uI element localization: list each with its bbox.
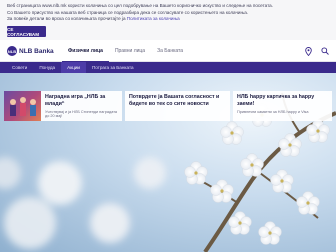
accept-cookies-button[interactable]: СЕ СОГЛАСУВАМ xyxy=(7,26,46,37)
promo-card-happy-card[interactable]: НЛБ happy картичка за happy заеми! Привл… xyxy=(233,91,332,121)
logo-mark: NLB xyxy=(7,46,17,56)
site-header: NLB NLB Banka Физички лица Правни лица З… xyxy=(0,40,336,62)
cookie-policy-link[interactable]: Политиката за колачиња xyxy=(127,16,180,21)
subnav-promotions[interactable]: Акции xyxy=(61,62,86,73)
location-icon[interactable] xyxy=(303,46,313,56)
promo-card-photo xyxy=(4,91,41,121)
cookie-text-1: Веб страницата www.nlb.mk користи колачи… xyxy=(7,3,273,8)
promo-card-subtitle: Привлечни каматни за НЛБ happy и Visa xyxy=(237,109,309,114)
cookie-banner: Веб страницата www.nlb.mk користи колачи… xyxy=(0,0,336,40)
promo-card-title: НЛБ happy картичка за happy заеми! xyxy=(237,94,315,107)
cookie-text-2: Со Вашето присуство на нашата веб страни… xyxy=(7,9,249,15)
promo-card-title: Наградна игра „НЛБ за млади“ xyxy=(45,94,106,107)
search-icon[interactable] xyxy=(320,46,330,56)
subnav-offer[interactable]: Понуда xyxy=(33,62,61,73)
nav-individuals[interactable]: Физички лица xyxy=(62,40,109,62)
header-icons xyxy=(303,46,330,56)
promo-card-subtitle: Учествувај и ја НЛБ Стипенди наградата д… xyxy=(45,109,118,118)
promo-card-title: Потврдете ја Вашата согласност и бидете … xyxy=(129,94,220,107)
nav-businesses[interactable]: Правни лица xyxy=(109,40,151,62)
subnav-find-bank[interactable]: Потрага за Банката xyxy=(86,62,140,73)
top-navigation: Физички лица Правни лица За Банката xyxy=(62,40,189,62)
secondary-navigation: Совети Понуда Акции Потрага за Банката xyxy=(0,62,336,73)
promo-card-consent[interactable]: Потврдете ја Вашата согласност и бидете … xyxy=(125,91,230,121)
cookie-text-3-prefix: За повеќе детали во врска со колачињата … xyxy=(7,16,127,22)
nlb-logo[interactable]: NLB NLB Banka xyxy=(7,46,54,56)
promo-cards: Наградна игра „НЛБ за млади“ Учествувај … xyxy=(4,91,332,121)
promo-card-youth-game[interactable]: Наградна игра „НЛБ за млади“ Учествувај … xyxy=(4,91,122,121)
cookie-text-3: За повеќе детали во врска со колачињата … xyxy=(7,16,329,23)
logo-text: NLB Banka xyxy=(19,47,54,55)
subnav-advice[interactable]: Совети xyxy=(6,62,33,73)
nav-about-bank[interactable]: За Банката xyxy=(151,40,189,62)
